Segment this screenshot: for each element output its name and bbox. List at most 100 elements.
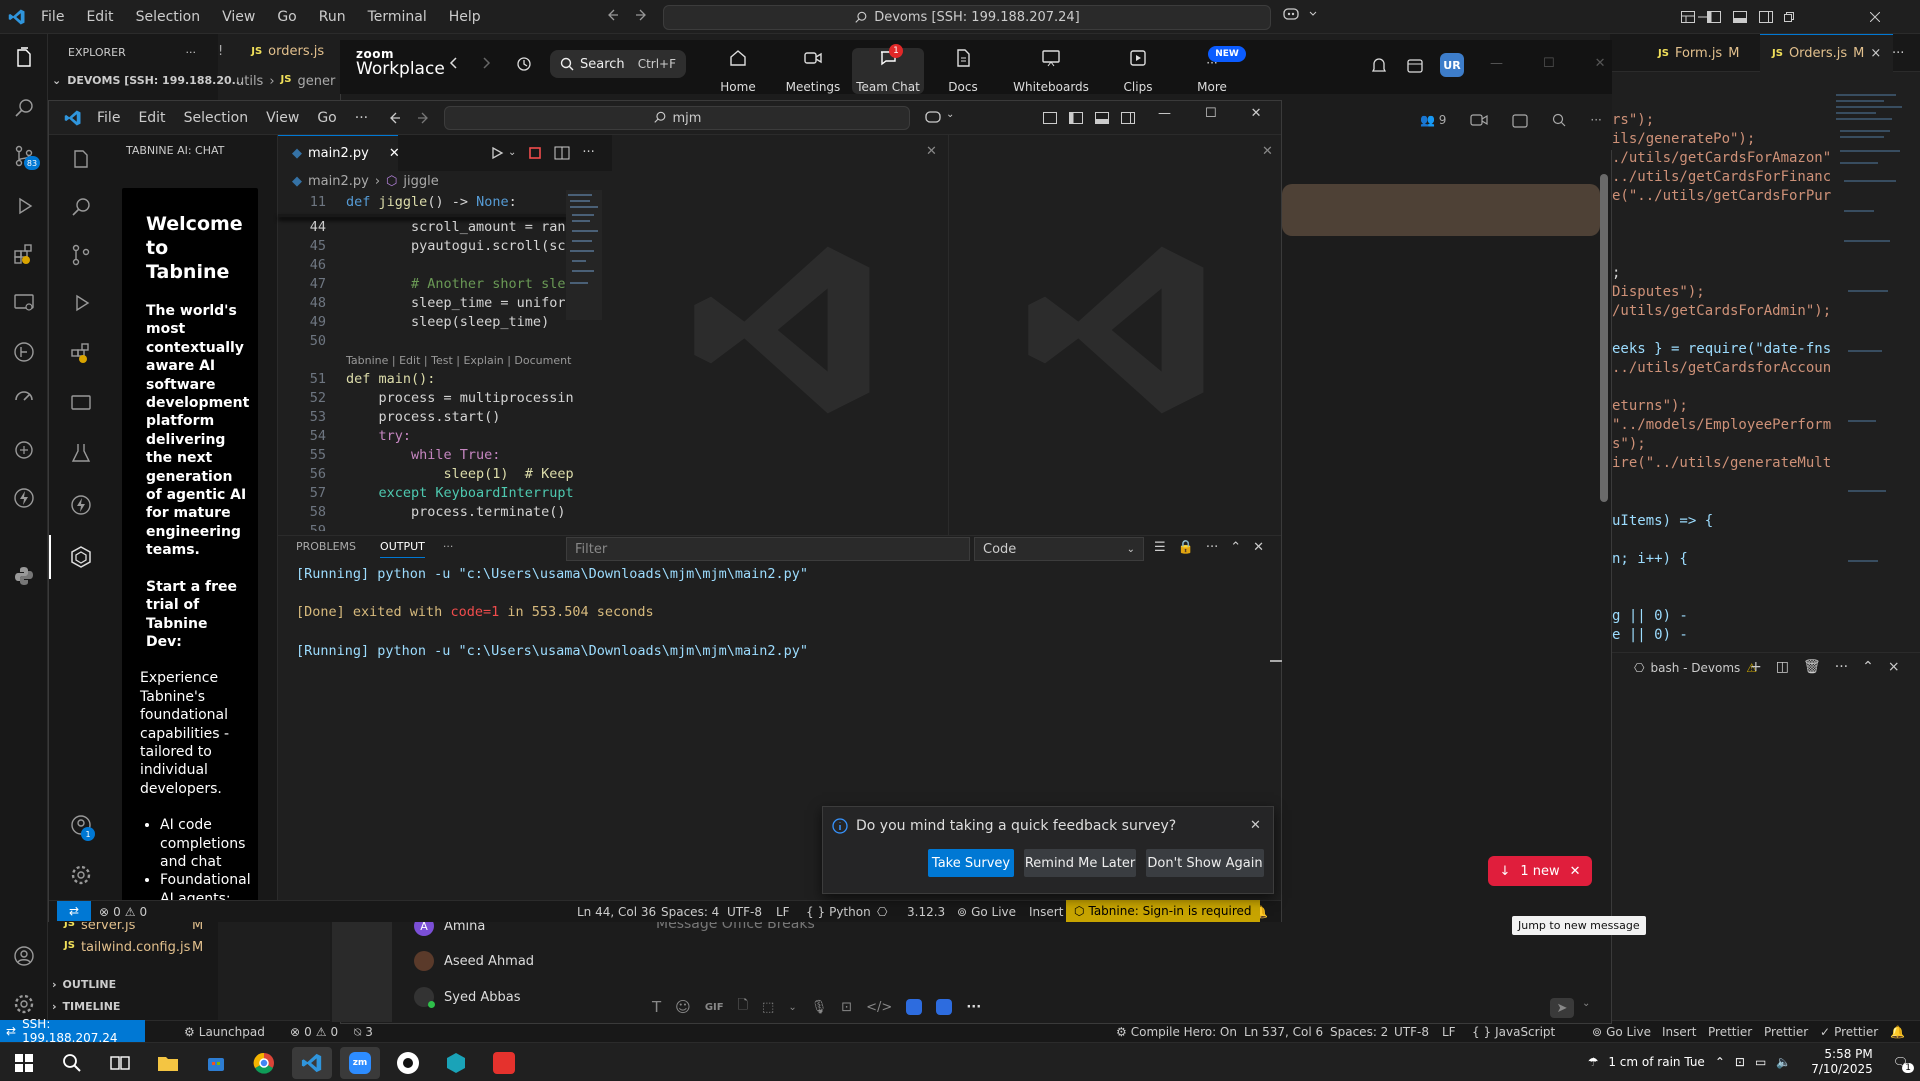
- chat-scrollbar[interactable]: [1600, 174, 1608, 502]
- avatar[interactable]: UR: [1440, 53, 1464, 77]
- toggle-secondary-sidebar-icon[interactable]: [1120, 110, 1136, 126]
- maximize-icon[interactable]: ☐: [1543, 56, 1555, 71]
- app-icon[interactable]: [388, 1047, 428, 1079]
- chevron-up-icon[interactable]: ⌃: [1715, 1055, 1725, 1069]
- chevron-down-icon[interactable]: ⌄: [1582, 998, 1590, 1018]
- app-icon[interactable]: [936, 999, 953, 1015]
- status-encoding[interactable]: UTF-8: [727, 901, 762, 923]
- split-editor-icon[interactable]: [554, 146, 570, 160]
- close-notification-icon[interactable]: ✕: [1250, 818, 1261, 833]
- start-button[interactable]: [4, 1047, 44, 1079]
- calendar-icon[interactable]: [1512, 112, 1529, 128]
- menu-edit[interactable]: Edit: [129, 110, 174, 126]
- explorer-icon[interactable]: [12, 46, 36, 70]
- file-explorer-icon[interactable]: [148, 1047, 188, 1079]
- tabnine-codelens[interactable]: Tabnine | Edit | Test | Explain | Docume…: [346, 354, 571, 367]
- more-actions-icon[interactable]: ···: [443, 540, 454, 558]
- maximize-icon[interactable]: ☐: [1205, 106, 1217, 121]
- zoom-taskbar-icon[interactable]: zm: [340, 1047, 380, 1079]
- zoom-nav-whiteboards[interactable]: Whiteboards: [1013, 48, 1089, 94]
- menu-selection[interactable]: Selection: [175, 110, 258, 126]
- status-golive[interactable]: ⊚ Go Live: [1592, 1021, 1651, 1043]
- clear-output-icon[interactable]: ☰: [1154, 540, 1166, 555]
- status-tabnine[interactable]: ⬡ Tabnine: Sign-in is required: [1066, 900, 1260, 922]
- more-actions-icon[interactable]: ···: [186, 46, 197, 59]
- zoom-nav-team-chat[interactable]: Team Chat: [852, 48, 924, 94]
- minimize-icon[interactable]: —: [1490, 56, 1503, 71]
- status-ports[interactable]: ⍉ 3: [354, 1021, 373, 1043]
- menu-edit[interactable]: Edit: [75, 9, 124, 25]
- remote-explorer-icon[interactable]: [12, 290, 36, 314]
- copilot-icon[interactable]: [1282, 6, 1300, 22]
- file-icon[interactable]: 🗋: [738, 996, 748, 1018]
- bell-icon[interactable]: [1370, 56, 1388, 74]
- history-icon[interactable]: [516, 56, 532, 72]
- status-spaces[interactable]: Spaces: 4: [661, 901, 719, 923]
- status-launchpad[interactable]: ⚙ Launchpad: [184, 1021, 265, 1043]
- display-icon[interactable]: ▭: [1755, 1055, 1766, 1069]
- settings-gear-icon[interactable]: [12, 992, 36, 1016]
- chevron-down-icon[interactable]: ⌄: [788, 1002, 796, 1013]
- status-python-version[interactable]: 3.12.3: [907, 901, 945, 923]
- video-message-icon[interactable]: ⊡: [841, 1000, 852, 1015]
- forward-arrow-icon[interactable]: [634, 7, 650, 23]
- menu-view[interactable]: View: [257, 110, 308, 126]
- vscode-taskbar-icon[interactable]: [292, 1047, 332, 1079]
- menu-file[interactable]: File: [30, 9, 75, 25]
- status-problems[interactable]: ⊗ 0 ⚠ 0: [99, 901, 147, 923]
- zoom-nav-home[interactable]: Home: [702, 48, 774, 94]
- outer-tab-orders[interactable]: ! JS orders.js: [218, 44, 324, 59]
- clock[interactable]: 5:58 PM 7/10/2025: [1811, 1047, 1873, 1077]
- more-actions-icon[interactable]: ···: [582, 145, 594, 160]
- more-actions-icon[interactable]: ···: [1835, 659, 1848, 675]
- status-language[interactable]: { } Python: [806, 901, 871, 923]
- close-icon[interactable]: ✕: [1595, 56, 1606, 71]
- restore-icon[interactable]: [1746, 0, 1832, 34]
- notifications-bell-icon[interactable]: 🔔: [1890, 1021, 1905, 1043]
- remote-explorer-icon[interactable]: [69, 391, 93, 415]
- timeline-section[interactable]: › TIMELINE: [52, 1000, 120, 1013]
- menu-selection[interactable]: Selection: [125, 9, 212, 25]
- run-icon[interactable]: [490, 146, 504, 160]
- menu-file[interactable]: File: [88, 110, 129, 126]
- zoom-nav-clips[interactable]: Clips: [1102, 48, 1174, 94]
- members-count[interactable]: 👥 9: [1420, 113, 1446, 127]
- screenshot-icon[interactable]: ⬚: [762, 1000, 774, 1015]
- inner-copilot[interactable]: ⌄: [924, 109, 954, 125]
- add-terminal-icon[interactable]: +: [1750, 659, 1762, 675]
- gif-icon[interactable]: GIF: [705, 1002, 724, 1013]
- status-encoding[interactable]: UTF-8: [1394, 1021, 1429, 1043]
- close-panel-icon[interactable]: ×: [1888, 659, 1900, 675]
- back-arrow-icon[interactable]: [386, 110, 402, 126]
- minimize-icon[interactable]: —: [1158, 106, 1171, 121]
- close-group-icon[interactable]: ✕: [926, 144, 937, 159]
- menu-go[interactable]: Go: [266, 9, 307, 25]
- run-debug-icon[interactable]: [69, 291, 93, 315]
- network-icon[interactable]: ⊡: [1735, 1055, 1745, 1069]
- close-tab-icon[interactable]: ✕: [389, 146, 400, 161]
- tabnine-icon[interactable]: [69, 545, 93, 569]
- dont-show-again-button[interactable]: Don't Show Again: [1146, 849, 1264, 877]
- weather-text[interactable]: 1 cm of rain Tue: [1608, 1055, 1704, 1069]
- task-view-icon[interactable]: [100, 1047, 140, 1079]
- minimize-icon[interactable]: [1660, 0, 1746, 34]
- output-channel-select[interactable]: Code ⌄: [974, 537, 1144, 561]
- member-aseed-ahmad[interactable]: Aseed Ahmad: [414, 951, 534, 971]
- thunder-client-icon[interactable]: [12, 486, 36, 510]
- explorer-item-tailwind[interactable]: JS tailwind.config.js: [64, 940, 190, 955]
- account-icon[interactable]: [12, 944, 36, 968]
- search-icon[interactable]: [69, 195, 93, 219]
- code-icon[interactable]: </>: [866, 1000, 892, 1015]
- copilot-status-icon[interactable]: ⎔: [877, 901, 887, 923]
- menu-help[interactable]: Help: [438, 9, 492, 25]
- docker-icon[interactable]: [12, 438, 36, 462]
- inner-minimap[interactable]: [566, 190, 602, 320]
- status-remote[interactable]: ⇄: [57, 901, 91, 921]
- search-icon[interactable]: [52, 1047, 92, 1079]
- menu-view[interactable]: View: [211, 9, 266, 25]
- search-icon[interactable]: [1552, 113, 1566, 127]
- status-prettier-3[interactable]: ✓ Prettier: [1820, 1021, 1878, 1043]
- app-icon[interactable]: [906, 999, 923, 1015]
- back-arrow-icon[interactable]: [448, 56, 458, 72]
- zoom-nav-docs[interactable]: Docs: [927, 48, 999, 94]
